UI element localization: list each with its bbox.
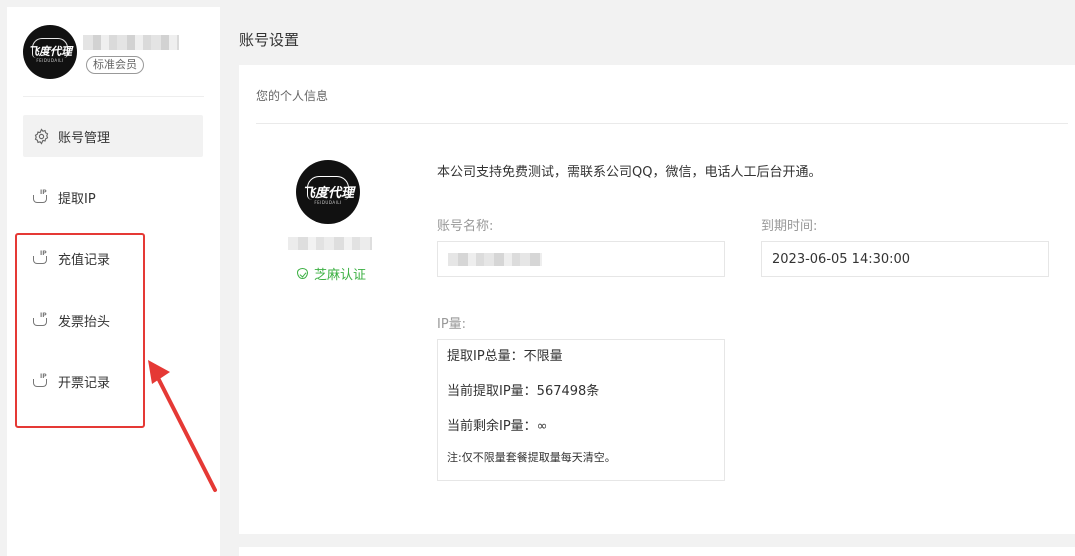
ip-amount-label: IP量: [437, 317, 467, 332]
logo-text: 飞度代理 [301, 186, 354, 201]
page-title: 账号设置 [239, 31, 300, 49]
profile-avatar: 飞度代理 FEIDUDAILI [296, 160, 360, 224]
username-blurred [83, 35, 179, 50]
sidebar-item-label: 账号管理 [58, 130, 111, 146]
shield-check-icon [297, 268, 308, 279]
personal-info-card: 您的个人信息 飞度代理 FEIDUDAILI 芝麻认证 本公司支持免费测试，需联… [239, 65, 1075, 534]
avatar: 飞度代理 FEIDUDAILI [23, 25, 77, 79]
account-name-label: 账号名称: [437, 219, 494, 234]
sidebar-item-extract-ip[interactable]: IP 提取IP [23, 176, 203, 218]
verified-label: 芝麻认证 [314, 268, 367, 283]
profile-name-blurred [288, 237, 372, 250]
sidebar-item-label: 充值记录 [58, 252, 111, 268]
logo-subtext: FEIDUDAILI [314, 200, 342, 205]
expiry-field[interactable]: 2023-06-05 14:30:00 [761, 241, 1049, 277]
ip-amount-box: 提取IP总量：不限量 当前提取IP量：567498条 当前剩余IP量：∞ 注:仅… [437, 339, 725, 481]
ip-hand-icon: IP [32, 311, 50, 329]
sidebar-item-recharge-records[interactable]: IP 充值记录 [23, 237, 203, 279]
gear-icon [32, 127, 50, 145]
logo-subtext: FEIDUDAILI [36, 58, 64, 63]
ip-remaining: 当前剩余IP量：∞ [447, 419, 548, 434]
sidebar: 飞度代理 FEIDUDAILI 标准会员 账号管理 IP 提取IP IP 充值记… [7, 7, 220, 556]
ip-hand-icon: IP [32, 372, 50, 390]
card-title: 您的个人信息 [256, 89, 329, 103]
ip-hand-icon: IP [32, 188, 50, 206]
verified-status: 芝麻认证 [297, 264, 366, 283]
sidebar-divider [23, 96, 204, 97]
ip-note: 注:仅不限量套餐提取量每天清空。 [447, 451, 616, 464]
sidebar-item-label: 提取IP [58, 191, 96, 207]
ip-hand-icon: IP [32, 249, 50, 267]
free-trial-notice: 本公司支持免费测试，需联系公司QQ，微信，电话人工后台开通。 [437, 165, 822, 180]
sidebar-item-invoice-records[interactable]: IP 开票记录 [23, 360, 203, 402]
member-badge: 标准会员 [86, 56, 144, 74]
account-name-field[interactable] [437, 241, 725, 277]
sidebar-item-account[interactable]: 账号管理 [23, 115, 203, 157]
sidebar-item-invoice-title[interactable]: IP 发票抬头 [23, 299, 203, 341]
sidebar-item-label: 发票抬头 [58, 314, 111, 330]
card-divider [256, 123, 1068, 124]
account-name-blurred [448, 252, 542, 266]
expiry-label: 到期时间: [761, 219, 818, 234]
sidebar-item-label: 开票记录 [58, 375, 111, 391]
logo-text: 飞度代理 [28, 45, 72, 58]
ip-total: 提取IP总量：不限量 [447, 349, 563, 364]
next-card-edge [239, 547, 1075, 556]
ip-current: 当前提取IP量：567498条 [447, 384, 600, 399]
user-profile: 飞度代理 FEIDUDAILI 标准会员 [23, 25, 179, 79]
